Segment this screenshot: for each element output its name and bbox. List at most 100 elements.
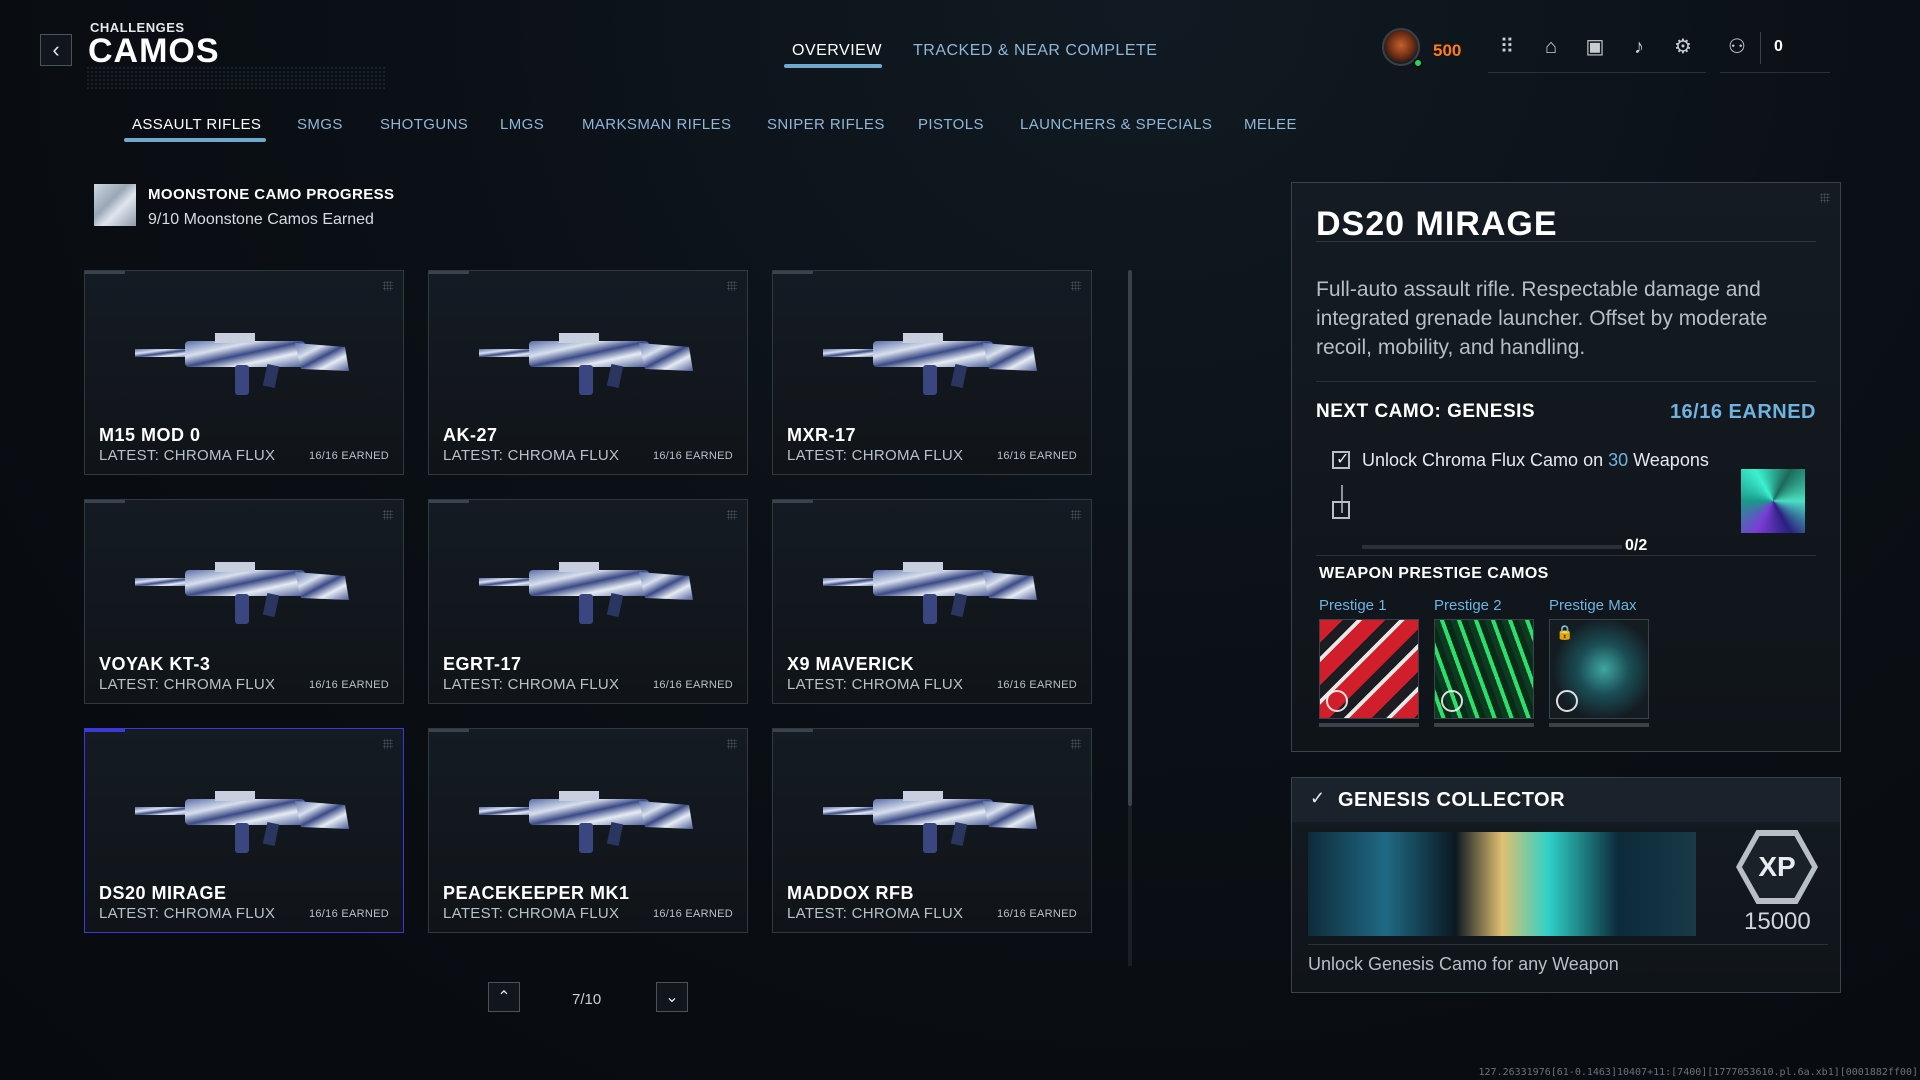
genesis-camo-thumbnail[interactable]	[1741, 469, 1805, 533]
xp-badge-icon: XP	[1736, 830, 1818, 904]
prestige-badge-icon	[1326, 690, 1348, 712]
weapon-card[interactable]: VOYAK KT-3 LATEST: CHROMA FLUX 16/16 EAR…	[84, 499, 404, 704]
category-marksman-rifles[interactable]: MARKSMAN RIFLES	[582, 116, 731, 133]
card-grip-icon	[1071, 510, 1081, 520]
collector-title: GENESIS COLLECTOR	[1338, 789, 1566, 811]
card-grip-icon	[1071, 739, 1081, 749]
prestige-max-camo[interactable]: 🔒	[1549, 619, 1649, 719]
category-assault-rifles[interactable]: ASSAULT RIFLES	[132, 116, 261, 133]
prestige-max-label: Prestige Max	[1549, 597, 1637, 614]
category-lmgs[interactable]: LMGS	[500, 116, 544, 133]
weapon-card[interactable]: MADDOX RFB LATEST: CHROMA FLUX 16/16 EAR…	[772, 728, 1092, 933]
weapon-latest-camo: LATEST: CHROMA FLUX	[787, 676, 964, 693]
card-grip-icon	[1071, 281, 1081, 291]
weapon-name: AK-27	[443, 425, 498, 445]
check-icon: ✓	[1310, 788, 1326, 808]
weapon-earned: 16/16 EARNED	[308, 908, 389, 920]
category-shotguns[interactable]: SHOTGUNS	[380, 116, 468, 133]
card-grip-icon	[727, 281, 737, 291]
gear-icon[interactable]: ⚙	[1670, 36, 1696, 58]
weapon-name: EGRT-17	[443, 654, 522, 674]
grid-icon[interactable]: ⠿	[1494, 36, 1520, 58]
next-camo-earned: 16/16 EARNED	[1669, 401, 1816, 423]
party-icon[interactable]: ⚇	[1724, 36, 1750, 58]
chevron-down-icon: ⌄	[665, 989, 679, 1006]
card-top-accent	[85, 729, 125, 732]
weapon-earned: 16/16 EARNED	[308, 679, 389, 691]
weapon-card[interactable]: EGRT-17 LATEST: CHROMA FLUX 16/16 EARNED	[428, 499, 748, 704]
weapon-latest-camo: LATEST: CHROMA FLUX	[99, 676, 276, 693]
category-launchers-specials[interactable]: LAUNCHERS & SPECIALS	[1020, 116, 1212, 133]
prestige-badge-icon	[1441, 690, 1463, 712]
weapon-card[interactable]: MXR-17 LATEST: CHROMA FLUX 16/16 EARNED	[772, 270, 1092, 475]
weapon-card[interactable]: DS20 MIRAGE LATEST: CHROMA FLUX 16/16 EA…	[84, 728, 404, 933]
weapon-name: MXR-17	[787, 425, 857, 445]
collector-description: Unlock Genesis Camo for any Weapon	[1308, 954, 1619, 974]
hud-divider-right	[1720, 72, 1830, 73]
prestige-2-bar	[1434, 723, 1534, 727]
tab-overview[interactable]: OVERVIEW	[792, 42, 882, 60]
weapon-name: M15 MOD 0	[99, 425, 201, 445]
weapon-name: PEACEKEEPER MK1	[443, 883, 630, 903]
genesis-collector-panel[interactable]: ✓ GENESIS COLLECTOR XP 15000 Unlock Gene…	[1291, 777, 1841, 993]
weapon-earned: 16/16 EARNED	[652, 679, 733, 691]
card-top-accent	[773, 729, 813, 732]
weapon-card[interactable]: AK-27 LATEST: CHROMA FLUX 16/16 EARNED	[428, 270, 748, 475]
bell-icon[interactable]: ♪	[1626, 36, 1652, 58]
prestige-1-camo[interactable]	[1319, 619, 1419, 719]
weapon-detail-title: DS20 MIRAGE	[1316, 205, 1558, 243]
collector-divider	[1308, 944, 1828, 945]
xp-reward-value: 15000	[1744, 908, 1811, 935]
title-decoration	[86, 66, 386, 90]
task-suffix: Weapons	[1628, 450, 1709, 470]
grid-scrollbar[interactable]	[1128, 270, 1132, 806]
weapon-image	[469, 769, 709, 869]
chevron-left-icon: ‹	[52, 37, 60, 62]
card-grip-icon	[383, 510, 393, 520]
weapon-name: X9 MAVERICK	[787, 654, 915, 674]
lock-icon[interactable]: ⌂	[1538, 36, 1564, 58]
weapon-earned: 16/16 EARNED	[996, 679, 1077, 691]
moonstone-camo-icon	[94, 184, 136, 226]
category-sniper-rifles[interactable]: SNIPER RIFLES	[767, 116, 885, 133]
task-progress-bar	[1362, 545, 1622, 549]
hud-divider	[1488, 72, 1706, 73]
task-prefix: Unlock Chroma Flux Camo on	[1362, 450, 1609, 470]
weapon-earned: 16/16 EARNED	[996, 450, 1077, 462]
tab-overview-underline	[784, 64, 882, 68]
grid-scroll-track	[1128, 806, 1132, 966]
page-up-button[interactable]: ⌃	[488, 982, 520, 1012]
weapon-description: Full-auto assault rifle. Respectable dam…	[1316, 278, 1768, 359]
prestige-1-bar	[1319, 723, 1419, 727]
page-down-button[interactable]: ⌄	[656, 982, 688, 1012]
next-camo-label: NEXT CAMO: GENESIS	[1316, 401, 1536, 422]
weapon-image	[813, 311, 1053, 411]
category-melee[interactable]: MELEE	[1244, 116, 1297, 133]
category-smgs[interactable]: SMGS	[297, 116, 343, 133]
weapon-earned: 16/16 EARNED	[652, 908, 733, 920]
prestige-badge-icon	[1556, 690, 1578, 712]
weapon-card[interactable]: M15 MOD 0 LATEST: CHROMA FLUX 16/16 EARN…	[84, 270, 404, 475]
tab-tracked[interactable]: TRACKED & NEAR COMPLETE	[913, 42, 1157, 60]
back-button[interactable]: ‹	[40, 34, 72, 66]
weapon-name: DS20 MIRAGE	[99, 883, 227, 903]
panel-grip-icon	[1820, 193, 1830, 203]
prestige-2-label: Prestige 2	[1434, 597, 1502, 614]
prestige-camos-title: WEAPON PRESTIGE CAMOS	[1319, 565, 1549, 582]
weapon-card[interactable]: X9 MAVERICK LATEST: CHROMA FLUX 16/16 EA…	[772, 499, 1092, 704]
prestige-2-camo[interactable]	[1434, 619, 1534, 719]
weapon-card[interactable]: PEACEKEEPER MK1 LATEST: CHROMA FLUX 16/1…	[428, 728, 748, 933]
check-icon: ✓	[1336, 451, 1350, 468]
task-progress-count: 0/2	[1625, 537, 1648, 554]
category-pistols[interactable]: PISTOLS	[918, 116, 984, 133]
cp-currency-value: 500	[1433, 41, 1462, 60]
camera-icon[interactable]: ▣	[1582, 36, 1608, 58]
prestige-1-label: Prestige 1	[1319, 597, 1387, 614]
prestige-divider	[1316, 555, 1816, 556]
top-bar: ‹ CHALLENGES CAMOS OVERVIEW TRACKED & NE…	[0, 0, 1920, 92]
collector-header: ✓ GENESIS COLLECTOR	[1292, 778, 1840, 822]
moonstone-progress-subtitle: 9/10 Moonstone Camos Earned	[148, 211, 374, 228]
card-grip-icon	[383, 739, 393, 749]
weapon-image	[813, 540, 1053, 640]
weapon-image	[125, 311, 365, 411]
